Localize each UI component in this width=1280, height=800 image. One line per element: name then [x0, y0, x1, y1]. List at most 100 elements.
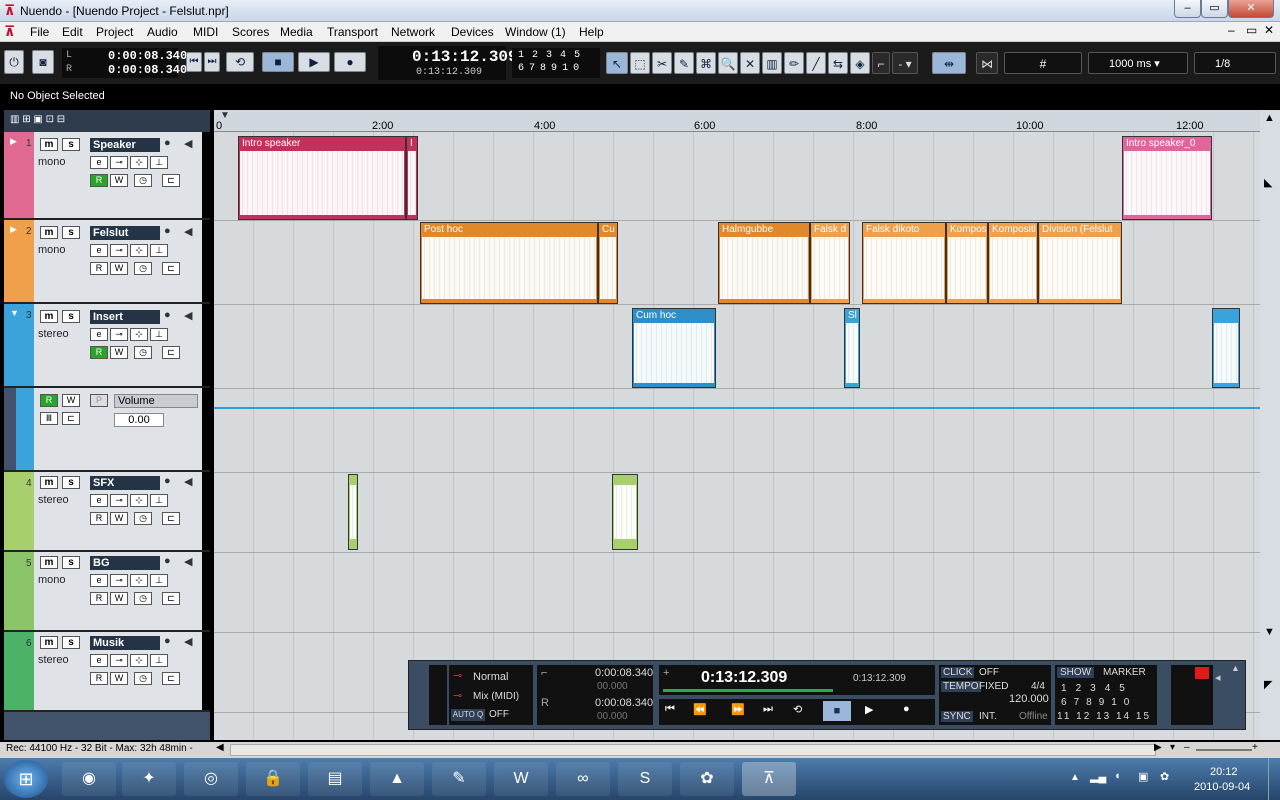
primary-time-display[interactable]: + 0:13:12.309 0:13:12.309	[659, 665, 935, 695]
cycle-icon[interactable]: ⟲	[793, 703, 802, 716]
track-name[interactable]: Speaker	[90, 138, 160, 152]
go-to-end-icon[interactable]: ⏭	[204, 52, 220, 72]
timeline-ruler[interactable]: 0 2:00 4:00 6:00 8:00 10:00 12:00 ▼	[214, 110, 1260, 132]
volume-automation-line[interactable]	[214, 407, 1260, 409]
skype-icon[interactable]: S	[618, 762, 672, 796]
scroll-right-icon[interactable]: ▶	[1154, 742, 1162, 753]
timebase-icon[interactable]: ◷	[134, 672, 152, 685]
line-tool-icon[interactable]: ╱	[806, 52, 826, 74]
zoom-in-icon[interactable]: +	[1252, 742, 1258, 753]
audio-event[interactable]: Sl	[844, 308, 860, 388]
pencil-tool-icon[interactable]: ✏	[784, 52, 804, 74]
erase-tool-icon[interactable]: ✕	[740, 52, 760, 74]
minimize-button[interactable]: –	[1174, 0, 1201, 18]
zoom-out-icon[interactable]: –	[1184, 742, 1190, 753]
loop-app-icon[interactable]: ∞	[556, 762, 610, 796]
audio-event[interactable]: Halmgubbe	[718, 222, 810, 304]
audio-event[interactable]	[1212, 308, 1240, 388]
time-signature[interactable]: 4/4	[1031, 681, 1045, 692]
edit-icon[interactable]: e	[90, 574, 108, 587]
mute-button[interactable]: m	[40, 556, 58, 569]
cycle-icon[interactable]: ⟲	[226, 52, 254, 72]
explorer-icon[interactable]: ▤	[308, 762, 362, 796]
chrome-icon[interactable]: ◉	[62, 762, 116, 796]
show-desktop-button[interactable]	[1268, 758, 1280, 800]
split-tool-icon[interactable]: ✂	[652, 52, 672, 74]
plus-icon[interactable]: +	[663, 667, 669, 679]
spotify-icon[interactable]: ◎	[184, 762, 238, 796]
draw-tool-icon[interactable]: ✎	[674, 52, 694, 74]
snap-type-icon[interactable]: ⌐	[872, 52, 890, 74]
right-locator-time[interactable]: 0:00:08.340	[595, 697, 653, 709]
monitor-icon[interactable]: ●	[164, 475, 171, 487]
track-bg[interactable]: 5 m s BG ● ◀ mono e ⊸ ⊹ ⊥ R W ◷ ⊏	[4, 552, 210, 632]
scroll-left-icon[interactable]: ◀	[216, 742, 224, 753]
zoom-out-vertical-icon[interactable]: ◤	[1264, 678, 1272, 691]
lock-icon[interactable]: ⊏	[162, 174, 180, 187]
sync-button[interactable]: SYNC	[941, 711, 973, 722]
solo-button[interactable]: s	[62, 476, 80, 489]
lock-icon[interactable]: ⊏	[162, 512, 180, 525]
constrain-delay-icon[interactable]: ◙	[32, 50, 54, 74]
speaker-icon[interactable]: ◀	[184, 635, 192, 648]
locator-display[interactable]: L R 0:00:08.340 0:00:08.340	[62, 48, 187, 78]
solo-button[interactable]: s	[62, 636, 80, 649]
audio-event[interactable]: Division (Felslut	[1038, 222, 1122, 304]
eq-icon[interactable]: ⊹	[130, 328, 148, 341]
edit-icon[interactable]: e	[90, 654, 108, 667]
auto-q-button[interactable]: AUTO Q	[451, 709, 485, 721]
send-icon[interactable]: ⊥	[150, 494, 168, 507]
show-hidden-icons-icon[interactable]: ▲	[1070, 772, 1080, 783]
left-locator-icon[interactable]: ⌐	[541, 667, 547, 679]
timebase-icon[interactable]: ◷	[134, 262, 152, 275]
track-musik[interactable]: 6 m s Musik ● ◀ stereo e ⊸ ⊹ ⊥ R W ◷ ⊏	[4, 632, 210, 712]
glue-tool-icon[interactable]: ⌘	[696, 52, 716, 74]
transport-markers-row1[interactable]: 12345	[1061, 683, 1134, 694]
nuendo-menu-icon[interactable]: ⊼	[4, 24, 17, 39]
snap-zero-icon[interactable]: ⋈	[976, 52, 998, 74]
audio-event[interactable]: Cu	[598, 222, 618, 304]
write-automation-button[interactable]: W	[110, 262, 128, 275]
stop-icon[interactable]: ■	[823, 701, 851, 721]
snap-dropdown[interactable]: - ▾	[892, 52, 918, 74]
insert-icon[interactable]: ⊸	[110, 494, 128, 507]
clock-time[interactable]: 20:12	[1210, 766, 1238, 778]
monitor-icon[interactable]: ●	[164, 635, 171, 647]
transport-markers-row3[interactable]: 11 12 13 14 15	[1057, 711, 1151, 722]
mute-tool-icon[interactable]: ▥	[762, 52, 782, 74]
eq-icon[interactable]: ⊹	[130, 244, 148, 257]
nuendo-taskbar-icon[interactable]: ⊼	[742, 762, 796, 796]
fast-forward-icon[interactable]: ⏩	[731, 703, 745, 716]
solo-button[interactable]: s	[62, 138, 80, 151]
write-automation-button[interactable]: W	[110, 346, 128, 359]
track-sfx[interactable]: 4 m s SFX ● ◀ stereo e ⊸ ⊹ ⊥ R W ◷ ⊏	[4, 472, 210, 552]
menu-media[interactable]: Media	[280, 25, 313, 39]
read-automation-button[interactable]: R	[90, 174, 108, 187]
zoom-tool-icon[interactable]: 🔍	[718, 52, 738, 74]
read-automation-button[interactable]: R	[90, 262, 108, 275]
go-to-start-icon[interactable]: ⏮	[186, 52, 202, 72]
menu-midi[interactable]: MIDI	[193, 25, 218, 39]
solo-button[interactable]: s	[62, 226, 80, 239]
insert-icon[interactable]: ⊸	[110, 156, 128, 169]
record-mode-dropdown[interactable]: Normal	[473, 671, 508, 683]
vertical-scrollbar[interactable]: ▲ ◣ ▼ ◤	[1260, 110, 1280, 740]
monitor-icon[interactable]: ●	[164, 225, 171, 237]
eq-icon[interactable]: ⊹	[130, 494, 148, 507]
go-to-end-icon[interactable]: ⏭	[763, 703, 773, 716]
horizontal-scrollbar[interactable]	[230, 744, 1156, 756]
timebase-icon[interactable]: ◷	[134, 346, 152, 359]
audio-event[interactable]	[348, 474, 358, 550]
grid-type-dropdown[interactable]: 1/8	[1194, 52, 1276, 74]
tempo-value[interactable]: 120.000	[1009, 693, 1049, 705]
horizontal-zoom-slider[interactable]	[1196, 749, 1252, 751]
tray-app-icon[interactable]: ▣	[1138, 770, 1148, 783]
insert-icon[interactable]: ⊸	[110, 244, 128, 257]
lock-icon[interactable]: ⊏	[162, 262, 180, 275]
keepass-icon[interactable]: 🔒	[246, 762, 300, 796]
eq-icon[interactable]: ⊹	[130, 574, 148, 587]
monitor-icon[interactable]: ●	[164, 137, 171, 149]
automation-lane[interactable]: R W P Volume Ⅲ ⊏ 0.00	[4, 388, 210, 472]
insert-icon[interactable]: ⊸	[110, 574, 128, 587]
zoom-in-vertical-icon[interactable]: ◣	[1264, 176, 1272, 189]
